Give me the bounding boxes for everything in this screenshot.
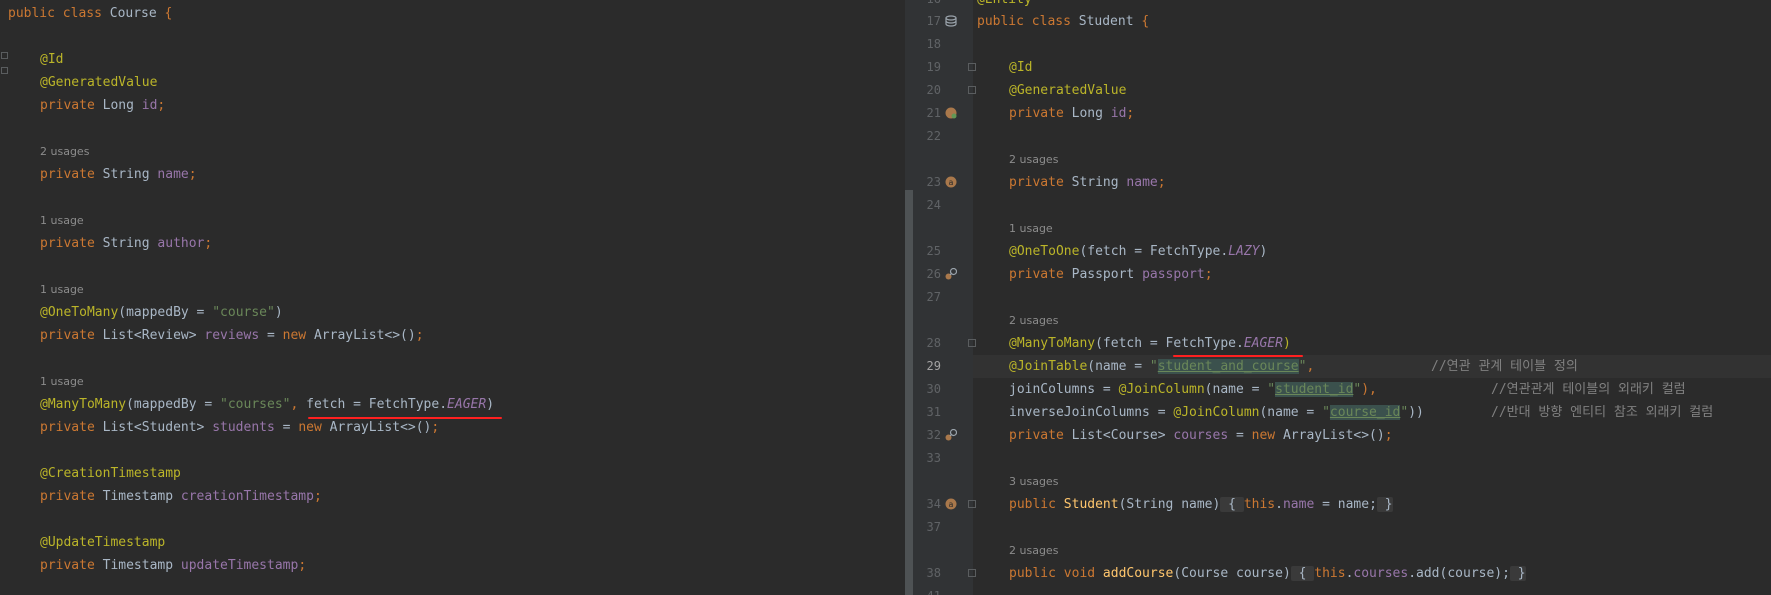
scrollbar-thumb[interactable] bbox=[905, 190, 913, 595]
line-number: 28 bbox=[926, 336, 941, 350]
line-number: 31 bbox=[926, 405, 941, 419]
code-line: private Long id; bbox=[1009, 106, 1135, 121]
usage-hint[interactable]: 1 usage bbox=[40, 278, 84, 301]
code-line: @Id bbox=[1009, 60, 1033, 75]
code-line: @ManyToMany(mappedBy = "courses", fetch … bbox=[40, 397, 495, 412]
line-number: 27 bbox=[926, 290, 941, 304]
code-line: @CreationTimestamp bbox=[40, 466, 181, 481]
code-line: @OneToOne(fetch = FetchType.LAZY) bbox=[1009, 244, 1268, 259]
fold-marker[interactable] bbox=[968, 63, 976, 71]
code-line: private Timestamp updateTimestamp; bbox=[40, 558, 307, 573]
code-line: private Passport passport; bbox=[1009, 267, 1213, 282]
editor-pane-course[interactable]: public class Course { @Id @GeneratedValu… bbox=[0, 0, 905, 595]
line-number: 26 bbox=[926, 267, 941, 281]
fold-marker[interactable] bbox=[968, 339, 976, 347]
code-line: private String name; bbox=[40, 167, 197, 182]
code-line: @Id bbox=[40, 52, 64, 67]
code-line: @UpdateTimestamp bbox=[40, 535, 166, 550]
line-number: 22 bbox=[926, 129, 941, 143]
code-line: public class Course { bbox=[8, 6, 173, 21]
code-line: @GeneratedValue bbox=[1009, 83, 1127, 98]
code-line: public class Student { bbox=[977, 14, 1150, 29]
code-line-current: @JoinTable(name = "student_and_course", bbox=[1009, 359, 1315, 374]
usage-hint[interactable]: 1 usage bbox=[40, 370, 84, 393]
line-number: 20 bbox=[926, 83, 941, 97]
code-line: public Student(String name) { this.name … bbox=[1009, 497, 1393, 512]
usage-hint[interactable]: 3 usages bbox=[1009, 470, 1058, 493]
code-line: inverseJoinColumns = @JoinColumn(name = … bbox=[1009, 405, 1424, 420]
relation-link-icon[interactable] bbox=[945, 429, 957, 441]
line-number: 30 bbox=[926, 382, 941, 396]
line-number: 38 bbox=[926, 566, 941, 580]
fold-marker[interactable] bbox=[968, 569, 976, 577]
line-number: 33 bbox=[926, 451, 941, 465]
code-comment: //연관관계 테이블의 외래키 컬럼 bbox=[1491, 382, 1686, 397]
fold-marker[interactable] bbox=[968, 86, 976, 94]
line-number: 32 bbox=[926, 428, 941, 442]
line-number: 34 bbox=[926, 497, 941, 511]
folded-block[interactable]: { bbox=[1220, 497, 1244, 512]
line-number: 37 bbox=[926, 520, 941, 534]
usage-hint[interactable]: 2 usages bbox=[1009, 539, 1058, 562]
fold-marker[interactable] bbox=[1, 52, 8, 59]
code-comment: //반대 방향 엔티티 참조 외래키 컬럼 bbox=[1491, 405, 1714, 420]
line-number: 25 bbox=[926, 244, 941, 258]
usage-hint[interactable]: 2 usages bbox=[1009, 148, 1058, 171]
bean-method-icon[interactable]: a bbox=[945, 498, 957, 510]
svg-text:a: a bbox=[949, 500, 954, 509]
line-number: 21 bbox=[926, 106, 941, 120]
line-number: 17 bbox=[926, 14, 941, 28]
code-line: private List<Review> reviews = new Array… bbox=[40, 328, 424, 343]
code-line: @GeneratedValue bbox=[40, 75, 158, 90]
usage-hint[interactable]: 2 usages bbox=[1009, 309, 1058, 332]
code-line: private String author; bbox=[40, 236, 213, 251]
editor-pane-student[interactable]: 16 17 18 19 20 21 22 23 24 25 26 27 28 2… bbox=[913, 0, 1771, 595]
folded-block[interactable]: } bbox=[1509, 566, 1526, 581]
line-number: 23 bbox=[926, 175, 941, 189]
code-line: @OneToMany(mappedBy = "course") bbox=[40, 305, 283, 320]
code-line: joinColumns = @JoinColumn(name = "studen… bbox=[1009, 382, 1377, 397]
line-number: 29 bbox=[926, 359, 941, 373]
folded-block[interactable]: { bbox=[1290, 566, 1315, 581]
usage-hint[interactable]: 1 usage bbox=[40, 209, 84, 232]
code-line: private List<Student> students = new Arr… bbox=[40, 420, 440, 435]
fold-marker[interactable] bbox=[1, 67, 8, 74]
line-number: 24 bbox=[926, 198, 941, 212]
usage-hint[interactable]: 1 usage bbox=[1009, 217, 1053, 240]
bean-field-icon[interactable] bbox=[945, 107, 957, 119]
svg-text:a: a bbox=[949, 178, 954, 187]
folded-block[interactable]: } bbox=[1376, 497, 1393, 512]
usage-hint[interactable]: 2 usages bbox=[40, 140, 89, 163]
code-line: private String name; bbox=[1009, 175, 1166, 190]
code-comment: //연관 관계 테이블 정의 bbox=[1431, 359, 1578, 374]
fold-marker[interactable] bbox=[968, 500, 976, 508]
line-number: 41 bbox=[913, 585, 941, 595]
line-number: 18 bbox=[926, 37, 941, 51]
line-number: 19 bbox=[926, 60, 941, 74]
relation-link-icon[interactable] bbox=[945, 268, 957, 280]
code-line: public void addCourse(Course course) { t… bbox=[1009, 566, 1526, 581]
line-number-gutter[interactable]: 16 17 18 19 20 21 22 23 24 25 26 27 28 2… bbox=[913, 0, 976, 595]
code-line: private Long id; bbox=[40, 98, 166, 113]
code-line: private List<Course> courses = new Array… bbox=[1009, 428, 1393, 443]
code-line: @ManyToMany(fetch = FetchType.EAGER) bbox=[1009, 336, 1291, 351]
code-line: private Timestamp creationTimestamp; bbox=[40, 489, 322, 504]
bean-field-icon[interactable]: a bbox=[945, 176, 957, 188]
database-icon[interactable] bbox=[945, 15, 957, 27]
